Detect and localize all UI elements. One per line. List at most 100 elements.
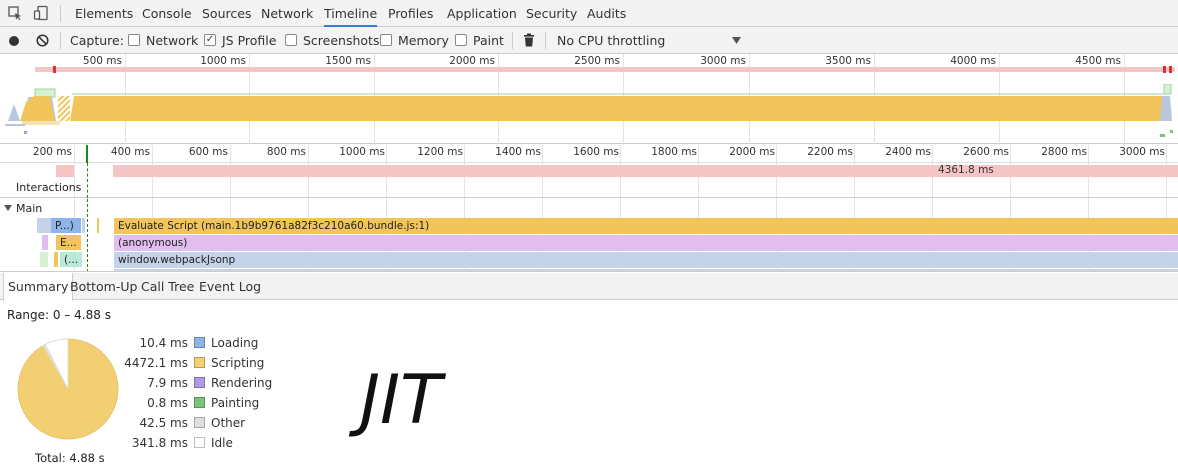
tab-security[interactable]: Security (526, 0, 577, 27)
flame-bar[interactable] (42, 235, 48, 250)
tab-event-log[interactable]: Event Log (195, 273, 265, 300)
total-label: Total: 4.88 s (35, 451, 105, 465)
ruler-tick-label: 2200 ms (807, 146, 853, 158)
legend-swatch (194, 417, 205, 428)
legend-row-scripting: 4472.1 ms Scripting (0, 353, 300, 373)
chevron-down-icon[interactable] (732, 37, 741, 44)
tab-application[interactable]: Application (447, 0, 517, 27)
trash-icon[interactable] (523, 33, 535, 47)
legend-row-idle: 341.8 ms Idle (0, 433, 300, 453)
flame-bar[interactable] (54, 252, 58, 267)
legend-row-loading: 10.4 ms Loading (0, 333, 300, 353)
tab-sources[interactable]: Sources (202, 0, 251, 27)
overview-tick-label: 1500 ms (325, 55, 371, 67)
flame-bar-webpack-jsonp[interactable]: window.webpackJsonp (114, 252, 1178, 268)
screenshots-checkbox[interactable] (285, 34, 297, 46)
network-label: Network (146, 33, 199, 48)
devtools-tab-bar: Elements Console Sources Network Timelin… (0, 0, 1178, 27)
interactions-label: Interactions (16, 181, 82, 194)
triangle-down-icon[interactable] (4, 205, 12, 211)
tab-elements[interactable]: Elements (75, 0, 133, 27)
ruler-tick-label: 1800 ms (651, 146, 697, 158)
ruler-tick-label: 1600 ms (573, 146, 619, 158)
legend-name: Loading (211, 336, 259, 350)
tab-bottom-up[interactable]: Bottom-Up (66, 273, 141, 300)
record-icon[interactable] (8, 35, 20, 47)
legend-name: Painting (211, 396, 260, 410)
tab-call-tree[interactable]: Call Tree (137, 273, 198, 300)
tab-audits[interactable]: Audits (587, 0, 626, 27)
network-checkbox[interactable] (128, 34, 140, 46)
flame-bar-evaluate-script[interactable]: Evaluate Script (main.1b9b9761a82f3c210a… (114, 218, 1178, 234)
dom-content-loaded-line (87, 163, 88, 198)
tab-timeline[interactable]: Timeline (324, 0, 378, 27)
capture-label: Capture: (70, 33, 124, 48)
legend-value: 10.4 ms (139, 336, 188, 350)
tab-summary[interactable]: Summary (3, 273, 74, 301)
flame-bar-evaluate[interactable]: E... (56, 235, 81, 250)
main-thread-flame-chart[interactable]: Main P...) E... (... Evaluate Script (ma… (0, 199, 1178, 272)
legend-swatch (194, 337, 205, 348)
toolbar-divider (512, 32, 513, 49)
ruler-tick-label: 2400 ms (885, 146, 931, 158)
long-frame-marker (53, 66, 56, 73)
js-profile-checkbox[interactable]: ✓ (204, 34, 216, 46)
toolbar-divider (545, 32, 546, 49)
flame-bar[interactable] (82, 218, 85, 233)
range-label: Range: 0 – 4.88 s (7, 308, 111, 322)
tab-network[interactable]: Network (261, 0, 313, 27)
frames-strip (35, 67, 1175, 72)
tab-console[interactable]: Console (142, 0, 192, 27)
legend-swatch (194, 397, 205, 408)
interactions-track[interactable]: 4361.8 ms Interactions (0, 163, 1178, 198)
js-profile-label: JS Profile (222, 33, 277, 48)
legend-row-other: 42.5 ms Other (0, 413, 300, 433)
timeline-toolbar: Capture: Network ✓ JS Profile Screenshot… (0, 27, 1178, 54)
flame-bar[interactable] (97, 218, 99, 233)
long-frame-marker (1163, 66, 1166, 73)
timeline-overview[interactable]: 500 ms 1000 ms 1500 ms 2000 ms 2500 ms 3… (0, 54, 1178, 144)
legend-swatch (194, 437, 205, 448)
flame-bar-anon[interactable]: (... (60, 252, 82, 267)
overview-tick-label: 500 ms (82, 55, 122, 67)
device-toolbar-icon[interactable] (33, 5, 49, 21)
legend-row-rendering: 7.9 ms Rendering (0, 373, 300, 393)
legend-value: 0.8 ms (147, 396, 188, 410)
legend-row-painting: 0.8 ms Painting (0, 393, 300, 413)
memory-checkbox[interactable] (380, 34, 392, 46)
legend-name: Scripting (211, 356, 265, 370)
tab-profiles[interactable]: Profiles (388, 0, 433, 27)
toolbar-divider (60, 5, 61, 22)
flame-bar[interactable] (114, 269, 1178, 271)
ruler-tick-label: 200 ms (32, 146, 72, 158)
dom-content-loaded-marker (86, 145, 88, 163)
details-tab-bar: Summary Bottom-Up Call Tree Event Log (0, 273, 1178, 301)
legend-value: 341.8 ms (131, 436, 188, 450)
jit-annotation: JIT (360, 361, 442, 440)
overview-tick-label: 1000 ms (200, 55, 246, 67)
timeline-ruler: 200 ms 400 ms 600 ms 800 ms 1000 ms 1200… (0, 145, 1178, 163)
main-track-label: Main (16, 202, 43, 215)
flame-bar[interactable] (37, 218, 51, 233)
ruler-tick-label: 400 ms (110, 146, 150, 158)
paint-checkbox[interactable] (455, 34, 467, 46)
ruler-tick-label: 2000 ms (729, 146, 775, 158)
flame-bar-parse[interactable]: P...) (51, 218, 81, 233)
ruler-tick-label: 2600 ms (963, 146, 1009, 158)
ruler-tick-label: 1000 ms (339, 146, 385, 158)
legend-swatch (194, 377, 205, 388)
ruler-tick-label: 1200 ms (417, 146, 463, 158)
inspect-element-icon[interactable] (7, 5, 23, 21)
summary-panel: Range: 0 – 4.88 s Total: 4.88 s 10.4 ms L… (0, 301, 1178, 474)
ruler-tick-label: 2800 ms (1041, 146, 1087, 158)
cpu-throttling-select[interactable]: No CPU throttling (557, 27, 665, 54)
ruler-tick-label: 1400 ms (495, 146, 541, 158)
clear-icon[interactable] (36, 34, 49, 47)
overview-tick-label: 4000 ms (950, 55, 996, 67)
flame-bar[interactable] (40, 252, 48, 267)
dom-content-loaded-line (87, 199, 88, 271)
flame-bar-anonymous[interactable]: (anonymous) (114, 235, 1178, 251)
paint-label: Paint (473, 33, 504, 48)
ruler-tick-label: 800 ms (266, 146, 306, 158)
interaction-bar[interactable] (113, 165, 1178, 177)
